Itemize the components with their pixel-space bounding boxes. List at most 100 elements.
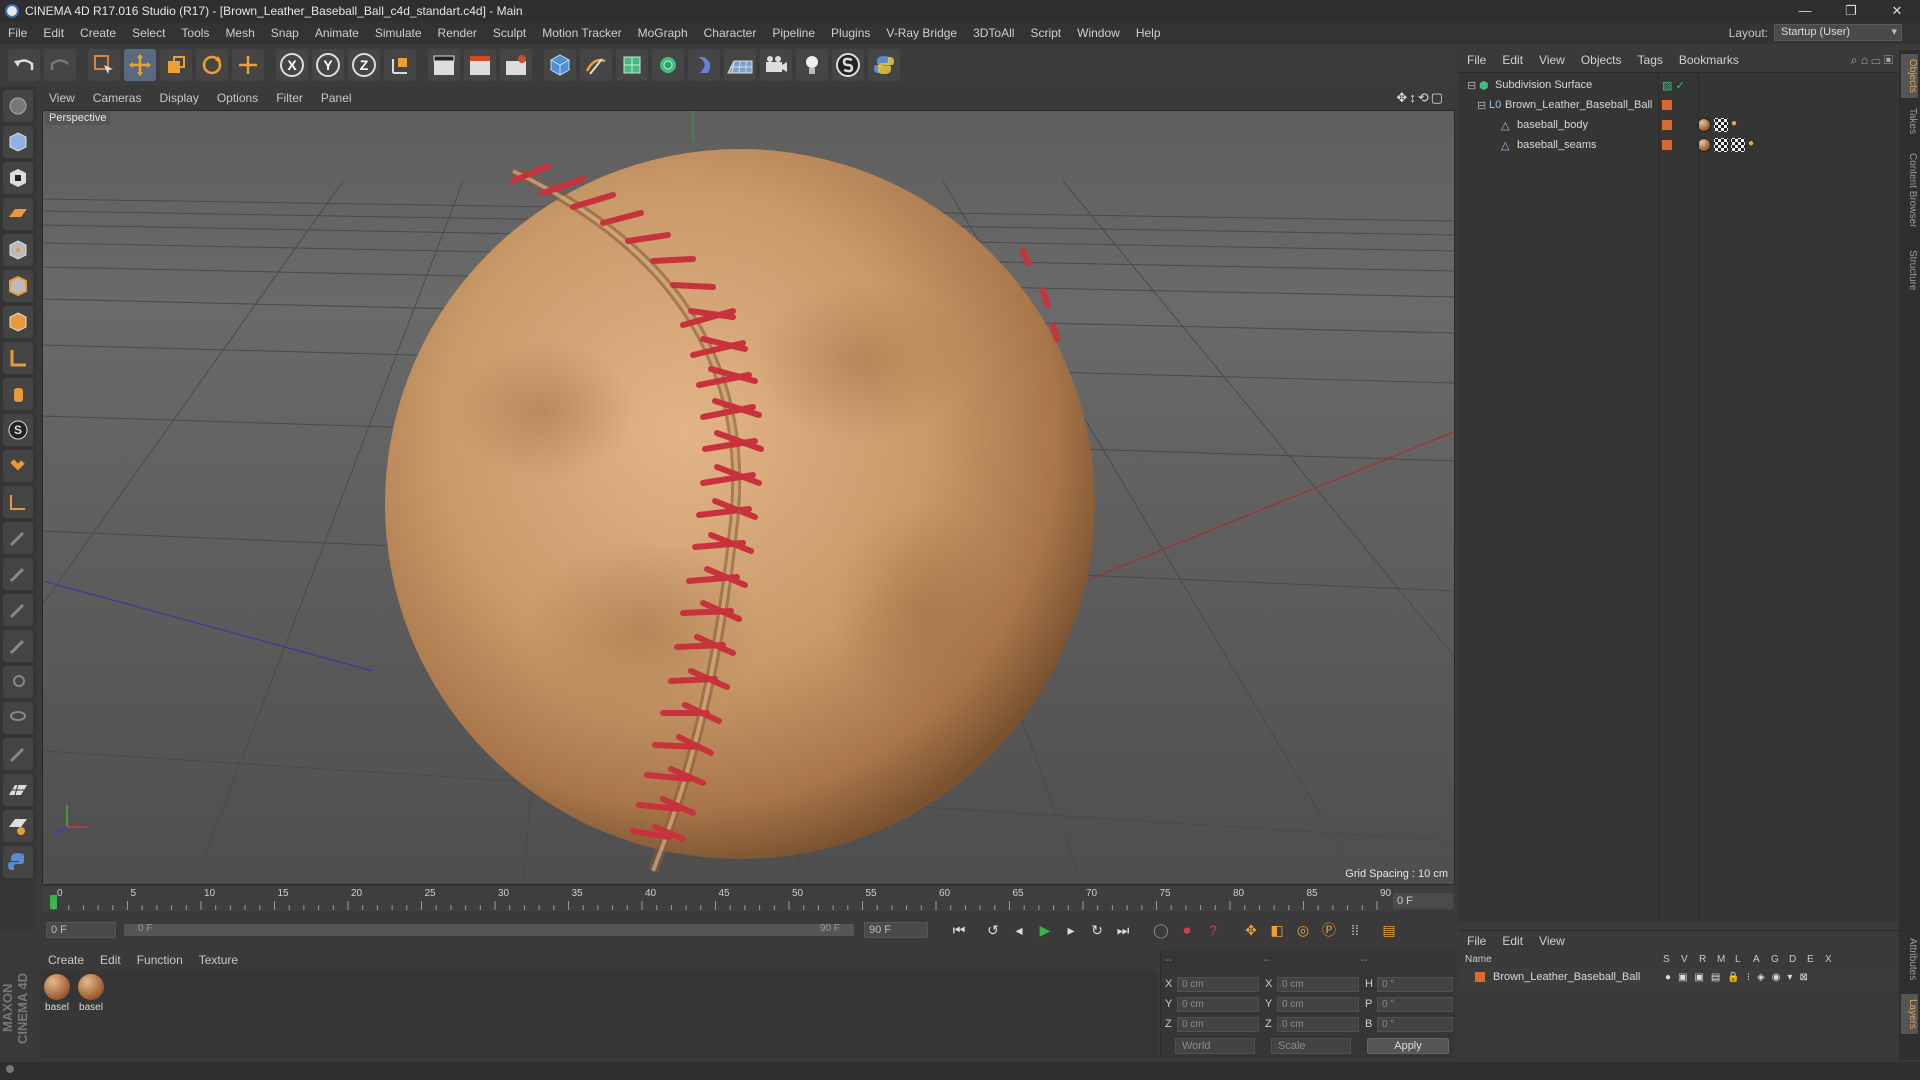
menu-create[interactable]: Create bbox=[72, 26, 124, 40]
apply-button[interactable]: Apply bbox=[1367, 1038, 1449, 1054]
size-x-field[interactable]: 0 cm bbox=[1277, 976, 1359, 992]
cloner-button[interactable] bbox=[652, 49, 684, 81]
sculpt-brush-3-button[interactable] bbox=[3, 594, 33, 626]
tab-objects[interactable]: Objects bbox=[1901, 54, 1918, 98]
menu-plugins[interactable]: Plugins bbox=[823, 26, 878, 40]
menu-render[interactable]: Render bbox=[430, 26, 485, 40]
layer-color-swatch[interactable] bbox=[1662, 140, 1672, 150]
rot-b-field[interactable]: 0 ° bbox=[1377, 1016, 1453, 1032]
coordinate-mode-dropdown[interactable]: World bbox=[1175, 1038, 1255, 1054]
object-row-subdivision-surface[interactable]: ⊟ ⬢ Subdivision Surface ▨ ✓ bbox=[1459, 75, 1899, 95]
menu-3dtoall[interactable]: 3DToAll bbox=[965, 26, 1022, 40]
enabled-check-icon[interactable]: ▨ ✓ bbox=[1662, 79, 1685, 92]
menu-pipeline[interactable]: Pipeline bbox=[764, 26, 823, 40]
make-editable-button[interactable] bbox=[3, 90, 33, 122]
menu-animate[interactable]: Animate bbox=[307, 26, 367, 40]
rotate-tool-button[interactable] bbox=[196, 49, 228, 81]
autokey-button[interactable]: ? bbox=[1200, 918, 1226, 942]
menu-vray-bridge[interactable]: V-Ray Bridge bbox=[878, 26, 965, 40]
tab-takes[interactable]: Takes bbox=[1901, 104, 1918, 138]
object-menu-objects[interactable]: Objects bbox=[1573, 53, 1630, 67]
workplane-button[interactable] bbox=[3, 198, 33, 230]
viewport-menu-panel[interactable]: Panel bbox=[312, 91, 361, 105]
play-button[interactable]: ▶ bbox=[1032, 918, 1058, 942]
scripting-button[interactable] bbox=[832, 49, 864, 81]
pos-x-field[interactable]: 0 cm bbox=[1177, 976, 1259, 992]
object-row-baseball-body[interactable]: △ baseball_body ● bbox=[1459, 115, 1899, 135]
menu-motion-tracker[interactable]: Motion Tracker bbox=[534, 26, 629, 40]
material-tag-icon[interactable] bbox=[1697, 118, 1711, 132]
object-menu-view[interactable]: View bbox=[1531, 53, 1573, 67]
layer-menu-file[interactable]: File bbox=[1459, 934, 1494, 948]
tab-content-browser[interactable]: Content Browser bbox=[1901, 144, 1918, 236]
pos-z-field[interactable]: 0 cm bbox=[1177, 1016, 1259, 1032]
polygons-mode-button[interactable] bbox=[3, 306, 33, 338]
texture-tag-icon[interactable] bbox=[1714, 138, 1728, 152]
scale-tool-button[interactable] bbox=[160, 49, 192, 81]
sculpt-brush-5-button[interactable] bbox=[3, 666, 33, 698]
rot-h-field[interactable]: 0 ° bbox=[1377, 976, 1453, 992]
object-menu-edit[interactable]: Edit bbox=[1494, 53, 1531, 67]
render-view-button[interactable] bbox=[428, 49, 460, 81]
key-position-button[interactable]: ✥ bbox=[1238, 918, 1264, 942]
menu-edit[interactable]: Edit bbox=[35, 26, 72, 40]
rot-p-field[interactable]: 0 ° bbox=[1377, 996, 1453, 1012]
tab-layers[interactable]: Layers bbox=[1901, 994, 1918, 1034]
baseball-model[interactable] bbox=[385, 149, 1095, 873]
material-swatch[interactable]: basel bbox=[42, 974, 72, 1013]
key-rotation-button[interactable]: ◎ bbox=[1290, 918, 1316, 942]
texture-tag-icon[interactable] bbox=[1731, 138, 1745, 152]
object-manager-search-icon[interactable]: ⌕ ⌂ ▭ ▣ bbox=[1851, 53, 1893, 68]
menu-file[interactable]: File bbox=[0, 26, 35, 40]
undo-button[interactable] bbox=[8, 49, 40, 81]
layer-toggle-icons[interactable]: ●▣▣▤🔒⁝◈◉▾⊠ bbox=[1665, 972, 1835, 983]
recent-tool-button[interactable] bbox=[232, 49, 264, 81]
texture-tag-icon[interactable] bbox=[1714, 118, 1728, 132]
axis-mode-button[interactable] bbox=[3, 342, 33, 374]
previous-frame-button[interactable]: ◂ bbox=[1006, 918, 1032, 942]
viewport-menu-options[interactable]: Options bbox=[208, 91, 267, 105]
viewport-menu-filter[interactable]: Filter bbox=[267, 91, 312, 105]
light-button[interactable] bbox=[796, 49, 828, 81]
move-tool-button[interactable] bbox=[124, 49, 156, 81]
render-picture-viewer-button[interactable] bbox=[464, 49, 496, 81]
sculpt-brush-1-button[interactable] bbox=[3, 522, 33, 554]
menu-mesh[interactable]: Mesh bbox=[217, 26, 262, 40]
menu-simulate[interactable]: Simulate bbox=[367, 26, 430, 40]
layer-color-swatch[interactable] bbox=[1662, 100, 1672, 110]
subdivision-surface-button[interactable] bbox=[616, 49, 648, 81]
redo-button[interactable] bbox=[44, 49, 76, 81]
y-axis-button[interactable]: Y bbox=[312, 49, 344, 81]
previous-key-button[interactable]: ↺ bbox=[980, 918, 1006, 942]
viewport-navigation-icons[interactable]: ✥↕⟲▢ bbox=[1396, 90, 1445, 106]
layout-dropdown[interactable]: Startup (User) bbox=[1774, 24, 1902, 41]
key-parameter-button[interactable]: Ⓟ bbox=[1316, 918, 1342, 942]
layer-color-swatch[interactable] bbox=[1475, 972, 1485, 982]
collapse-icon[interactable]: ⊟ bbox=[1467, 79, 1476, 92]
menu-snap[interactable]: Snap bbox=[263, 26, 307, 40]
viewport-menu-display[interactable]: Display bbox=[150, 91, 207, 105]
pos-y-field[interactable]: 0 cm bbox=[1177, 996, 1259, 1012]
python-script-button[interactable] bbox=[3, 846, 33, 878]
end-frame-field[interactable]: 90 F bbox=[864, 922, 928, 938]
python-button[interactable] bbox=[868, 49, 900, 81]
floor-button[interactable] bbox=[724, 49, 756, 81]
key-pla-button[interactable]: ⁞⁞ bbox=[1342, 918, 1368, 942]
cube-primitive-button[interactable] bbox=[544, 49, 576, 81]
solo-mode-button[interactable] bbox=[3, 774, 33, 806]
keyframe-selection-button[interactable]: ◯ bbox=[1148, 918, 1174, 942]
menu-window[interactable]: Window bbox=[1069, 26, 1128, 40]
timeline-ruler[interactable]: 0 5 10 15 20 25 30 35 40 45 50 55 60 65 70 75 80 85 90 bbox=[42, 887, 1455, 911]
model-mode-button[interactable] bbox=[3, 126, 33, 158]
layer-color-swatch[interactable] bbox=[1662, 120, 1672, 130]
perspective-viewport[interactable]: Perspective Grid Spacing : 10 cm bbox=[42, 110, 1455, 885]
z-axis-button[interactable]: Z bbox=[348, 49, 380, 81]
material-menu-function[interactable]: Function bbox=[129, 953, 191, 967]
snap-button[interactable]: S bbox=[3, 414, 33, 446]
menu-character[interactable]: Character bbox=[696, 26, 765, 40]
menu-sculpt[interactable]: Sculpt bbox=[485, 26, 534, 40]
sculpt-brush-2-button[interactable] bbox=[3, 558, 33, 590]
viewport-menu-view[interactable]: View bbox=[40, 91, 84, 105]
close-button[interactable]: ✕ bbox=[1874, 0, 1920, 22]
object-row-baseball-seams[interactable]: △ baseball_seams ● bbox=[1459, 135, 1899, 155]
